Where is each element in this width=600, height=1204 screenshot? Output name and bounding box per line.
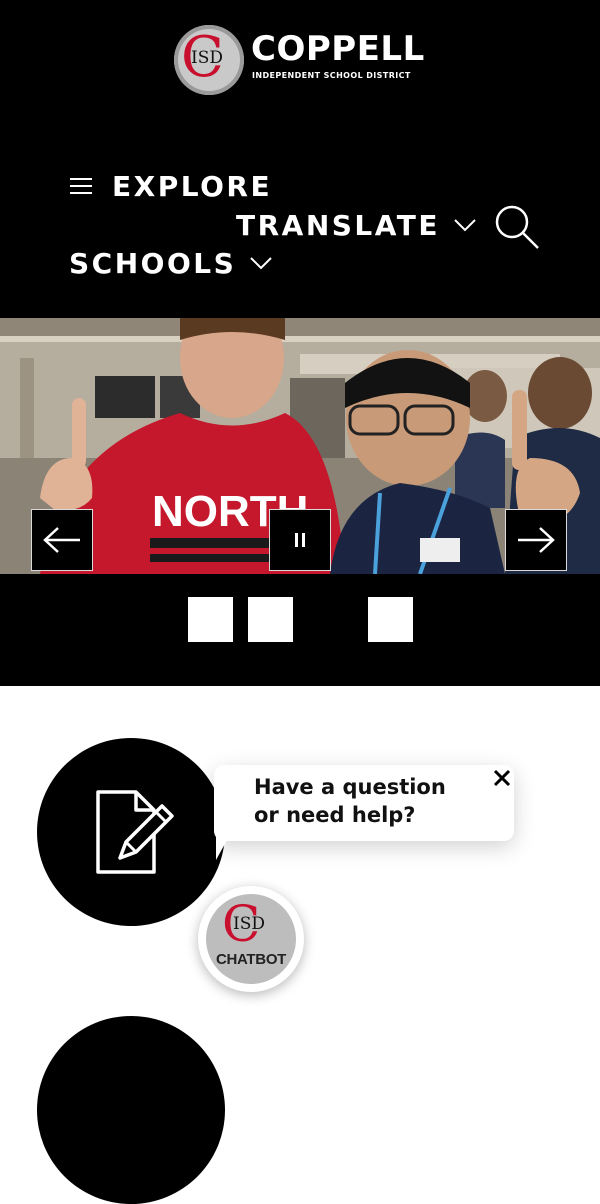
schools-label: SCHOOLS: [69, 246, 237, 280]
district-seal: C ISD: [174, 25, 244, 95]
site-header: C ISD COPPELL INDEPENDENT SCHOOL DISTRIC…: [0, 0, 600, 318]
previous-slide-button[interactable]: [31, 509, 93, 571]
pause-slider-button[interactable]: [269, 509, 331, 571]
district-name: COPPELL: [251, 29, 425, 69]
pause-icon: [295, 533, 305, 547]
chevron-down-icon: [250, 257, 272, 270]
chat-bubble-tail: [216, 820, 238, 860]
close-icon: [493, 769, 511, 787]
next-slide-button[interactable]: [505, 509, 567, 571]
document-edit-icon: [96, 790, 174, 874]
district-logo[interactable]: C ISD COPPELL INDEPENDENT SCHOOL DISTRIC…: [174, 25, 434, 95]
arrow-left-icon: [43, 527, 80, 553]
chevron-down-icon: [454, 219, 476, 232]
chatbot-label: CHATBOT: [215, 951, 287, 968]
quick-link-forms[interactable]: [37, 738, 225, 926]
slider-pagination: [0, 574, 600, 686]
search-button[interactable]: [492, 203, 542, 251]
translate-label: TRANSLATE: [236, 208, 440, 242]
hero-slider: NORTH: [0, 318, 600, 574]
chatbot-avatar: C ISD CHATBOT: [206, 894, 296, 984]
chat-prompt-text: Have a question or need help?: [254, 775, 446, 827]
chat-prompt-bubble: Have a question or need help?: [214, 765, 514, 841]
hamburger-icon: [70, 178, 92, 194]
arrow-right-icon: [518, 527, 555, 553]
explore-menu-button[interactable]: EXPLORE: [70, 168, 272, 204]
district-subtitle: INDEPENDENT SCHOOL DISTRICT: [252, 71, 411, 80]
seal-text: ISD: [191, 48, 223, 68]
schools-dropdown[interactable]: SCHOOLS: [69, 244, 272, 282]
slide-dot-1[interactable]: [188, 597, 233, 642]
chatbot-launcher-button[interactable]: C ISD CHATBOT: [198, 886, 304, 992]
slide-dot-3[interactable]: [368, 597, 413, 642]
chat-close-button[interactable]: [489, 765, 515, 791]
translate-dropdown[interactable]: TRANSLATE: [236, 206, 476, 244]
search-icon: [495, 205, 539, 249]
chatbot-seal-text: ISD: [233, 914, 265, 934]
explore-label: EXPLORE: [112, 169, 273, 203]
slide-dot-2[interactable]: [248, 597, 293, 642]
quick-link-secondary[interactable]: [37, 1016, 225, 1204]
